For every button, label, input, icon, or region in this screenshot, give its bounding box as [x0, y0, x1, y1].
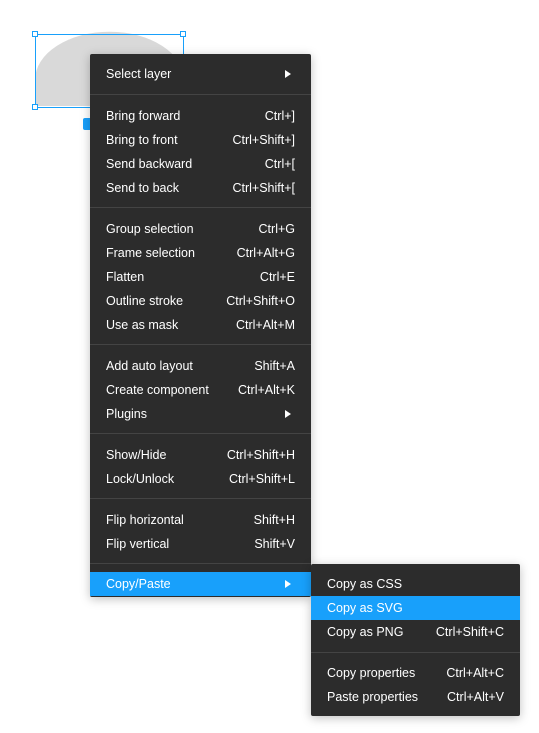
menu-item-label: Copy as SVG [327, 601, 403, 615]
menu-item-label: Copy as CSS [327, 577, 403, 591]
menu-item-label: Outline stroke [106, 294, 184, 308]
submenu-arrow-icon [285, 580, 291, 588]
menu-item-label: Add auto layout [106, 359, 193, 373]
menu-item-frame-selection[interactable]: Frame selection Ctrl+Alt+G [90, 241, 311, 265]
menu-item-shortcut: Ctrl+Shift+] [232, 133, 295, 147]
menu-item-flatten[interactable]: Flatten Ctrl+E [90, 265, 311, 289]
menu-item-label: Flip vertical [106, 537, 170, 551]
menu-item-shortcut: Ctrl+Alt+M [235, 318, 295, 332]
copy-paste-submenu: Copy as CSS Copy as SVG Copy as PNG Ctrl… [311, 564, 520, 716]
menu-item-bring-forward[interactable]: Bring forward Ctrl+] [90, 104, 311, 128]
menu-item-label: Bring forward [106, 109, 181, 123]
menu-item-copy-properties[interactable]: Copy properties Ctrl+Alt+C [311, 661, 520, 685]
menu-item-group-selection[interactable]: Group selection Ctrl+G [90, 217, 311, 241]
menu-item-select-layer[interactable]: Select layer [90, 62, 311, 86]
menu-separator [90, 344, 311, 345]
menu-item-shortcut: Ctrl+Shift+C [435, 625, 504, 639]
menu-item-shortcut: Ctrl+E [259, 270, 295, 284]
menu-item-shortcut: Ctrl+[ [264, 157, 295, 171]
menu-item-shortcut: Ctrl+Shift+H [226, 448, 295, 462]
menu-item-copy-as-png[interactable]: Copy as PNG Ctrl+Shift+C [311, 620, 520, 644]
menu-item-send-backward[interactable]: Send backward Ctrl+[ [90, 152, 311, 176]
menu-item-label: Frame selection [106, 246, 195, 260]
menu-item-shortcut: Ctrl+] [264, 109, 295, 123]
menu-item-label: Send to back [106, 181, 179, 195]
resize-handle-top-right[interactable] [180, 31, 186, 37]
menu-item-label: Send backward [106, 157, 193, 171]
menu-item-label: Show/Hide [106, 448, 167, 462]
menu-item-plugins[interactable]: Plugins [90, 402, 311, 426]
context-menu: Select layer Bring forward Ctrl+] Bring … [90, 54, 311, 597]
menu-item-shortcut: Ctrl+Alt+G [236, 246, 295, 260]
submenu-arrow-icon [285, 70, 291, 78]
menu-item-use-as-mask[interactable]: Use as mask Ctrl+Alt+M [90, 313, 311, 337]
menu-item-label: Flip horizontal [106, 513, 184, 527]
menu-item-shortcut: Shift+A [254, 359, 295, 373]
menu-separator [90, 94, 311, 95]
menu-item-label: Copy/Paste [106, 577, 171, 591]
menu-item-create-component[interactable]: Create component Ctrl+Alt+K [90, 378, 311, 402]
menu-item-copy-as-css[interactable]: Copy as CSS [311, 572, 520, 596]
menu-item-shortcut: Ctrl+G [258, 222, 295, 236]
menu-item-shortcut: Ctrl+Shift+L [228, 472, 295, 486]
menu-item-label: Bring to front [106, 133, 178, 147]
menu-item-send-to-back[interactable]: Send to back Ctrl+Shift+[ [90, 176, 311, 200]
menu-item-label: Lock/Unlock [106, 472, 175, 486]
menu-item-shortcut: Ctrl+Shift+O [226, 294, 295, 308]
menu-item-label: Flatten [106, 270, 145, 284]
menu-item-bring-to-front[interactable]: Bring to front Ctrl+Shift+] [90, 128, 311, 152]
menu-separator [90, 207, 311, 208]
menu-separator [90, 498, 311, 499]
menu-item-label: Copy as PNG [327, 625, 404, 639]
menu-item-label: Plugins [106, 407, 147, 421]
menu-item-paste-properties[interactable]: Paste properties Ctrl+Alt+V [311, 685, 520, 709]
resize-handle-top-left[interactable] [32, 31, 38, 37]
menu-item-shortcut: Ctrl+Alt+K [238, 383, 295, 397]
menu-item-shortcut: Ctrl+Shift+[ [232, 181, 295, 195]
menu-item-label: Paste properties [327, 690, 419, 704]
menu-item-label: Select layer [106, 67, 172, 81]
menu-item-shortcut: Ctrl+Alt+C [446, 666, 504, 680]
menu-item-show-hide[interactable]: Show/Hide Ctrl+Shift+H [90, 443, 311, 467]
resize-handle-bottom-left[interactable] [32, 104, 38, 110]
menu-item-flip-vertical[interactable]: Flip vertical Shift+V [90, 532, 311, 556]
submenu-arrow-icon [285, 410, 291, 418]
menu-item-copy-as-svg[interactable]: Copy as SVG [311, 596, 520, 620]
menu-item-label: Copy properties [327, 666, 416, 680]
menu-item-lock-unlock[interactable]: Lock/Unlock Ctrl+Shift+L [90, 467, 311, 491]
menu-item-shortcut: Shift+V [254, 537, 295, 551]
menu-item-label: Group selection [106, 222, 194, 236]
menu-separator [311, 652, 520, 653]
menu-item-flip-horizontal[interactable]: Flip horizontal Shift+H [90, 508, 311, 532]
menu-separator [90, 433, 311, 434]
menu-item-label: Use as mask [106, 318, 179, 332]
menu-item-add-auto-layout[interactable]: Add auto layout Shift+A [90, 354, 311, 378]
menu-item-copy-paste[interactable]: Copy/Paste [90, 572, 311, 596]
menu-item-outline-stroke[interactable]: Outline stroke Ctrl+Shift+O [90, 289, 311, 313]
menu-item-shortcut: Shift+H [253, 513, 295, 527]
menu-item-shortcut: Ctrl+Alt+V [447, 690, 504, 704]
menu-item-label: Create component [106, 383, 209, 397]
menu-separator [90, 563, 311, 564]
